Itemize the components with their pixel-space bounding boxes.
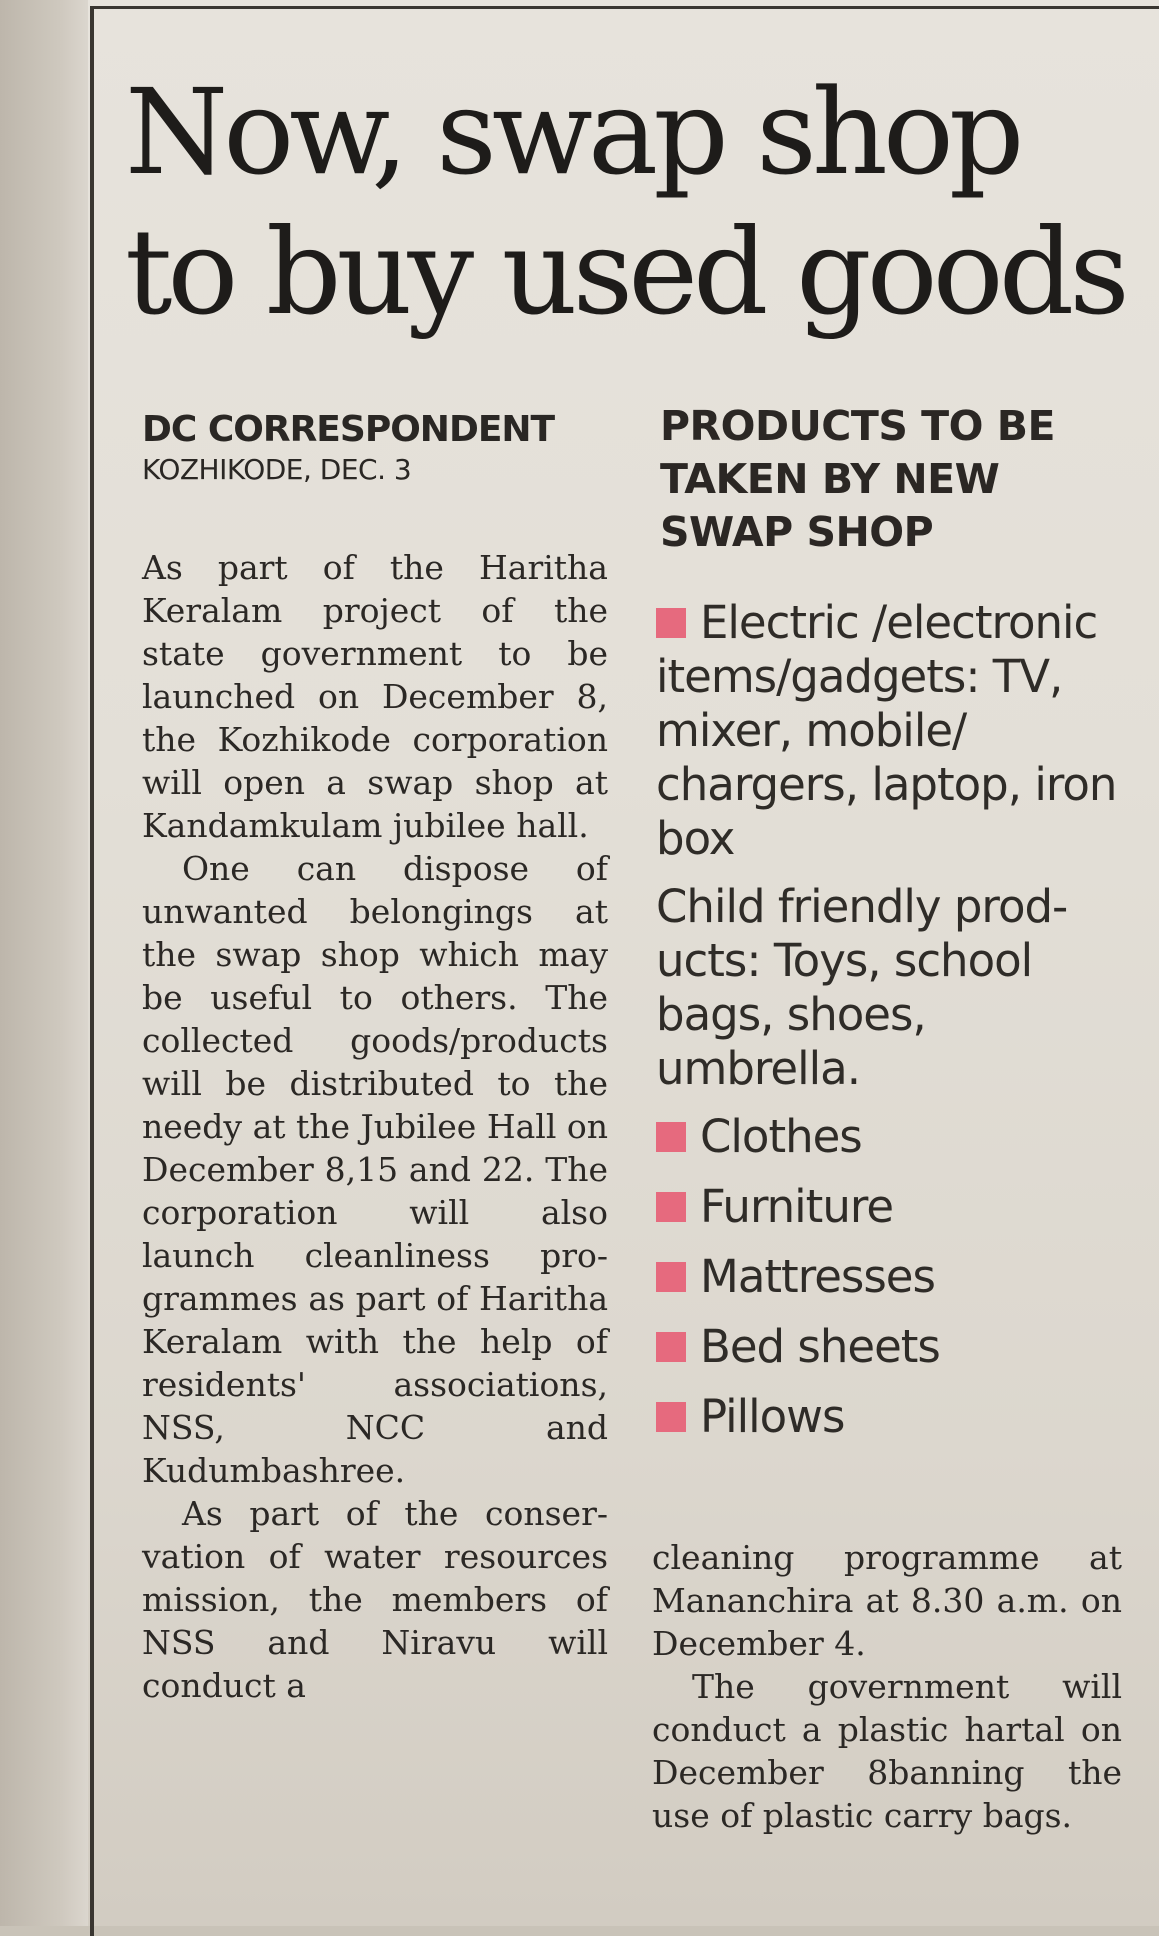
pink-square-bullet [656, 608, 686, 638]
list-item: Furniture [656, 1180, 1136, 1234]
list-item: Pillows [656, 1390, 1136, 1444]
article-paragraph: One can dispose of unwanted belongings a… [142, 849, 608, 1490]
byline: DC CORRESPONDENT [142, 409, 555, 450]
newspaper-clipping: Now, swap shop to buy used goods DC CORR… [0, 0, 1159, 1936]
pink-square-bullet [656, 1262, 686, 1292]
sidebar-product-list: Electric /elec­tronic items/gadg­ets: TV… [656, 596, 1136, 1460]
list-item-text: Electric /elec­tronic items/gadg­ets: TV… [656, 596, 1117, 865]
list-item: Clothes [656, 1110, 1136, 1164]
list-item: Bed sheets [656, 1320, 1136, 1374]
list-item-text: Child friendly prod­ucts: Toys, school b… [656, 880, 1069, 1095]
byline-block: DC CORRESPONDENT KOZHIKODE, DEC. 3 [142, 408, 612, 488]
pink-square-bullet [656, 1192, 686, 1222]
article-paragraph: As part of the conser­vation of water re… [142, 1494, 608, 1705]
article-body-left: As part of the Haritha Keralam project o… [142, 546, 608, 1707]
headline: Now, swap shop to buy used goods [125, 63, 1130, 341]
list-item-text: Mattresses [700, 1250, 936, 1303]
list-item-text: Bed sheets [700, 1320, 941, 1373]
pink-square-bullet [656, 1332, 686, 1362]
article-paragraph: The government will conduct a plastic ha… [652, 1667, 1122, 1835]
article-body-right: cleaning programme at Mananchira at 8.30… [652, 1536, 1122, 1837]
pink-square-bullet [656, 1122, 686, 1152]
list-item-text: Clothes [700, 1110, 863, 1163]
article-paragraph: cleaning programme at Mananchira at 8.30… [652, 1538, 1122, 1663]
list-item: Electric /elec­tronic items/gadg­ets: TV… [656, 596, 1136, 866]
list-item-text: Pillows [700, 1390, 845, 1443]
dateline: KOZHIKODE, DEC. 3 [142, 453, 412, 486]
pink-square-bullet [656, 1402, 686, 1432]
adjacent-column-edge [0, 0, 88, 1926]
article-paragraph: As part of the Haritha Keralam project o… [142, 548, 608, 845]
list-item-text: Furniture [700, 1180, 894, 1233]
list-item: Child friendly prod­ucts: Toys, school b… [656, 880, 1136, 1096]
list-item: Mattresses [656, 1250, 1136, 1304]
sidebar-title: PRODUCTS TO BE TAKEN BY NEW SWAP SHOP [660, 402, 1056, 556]
